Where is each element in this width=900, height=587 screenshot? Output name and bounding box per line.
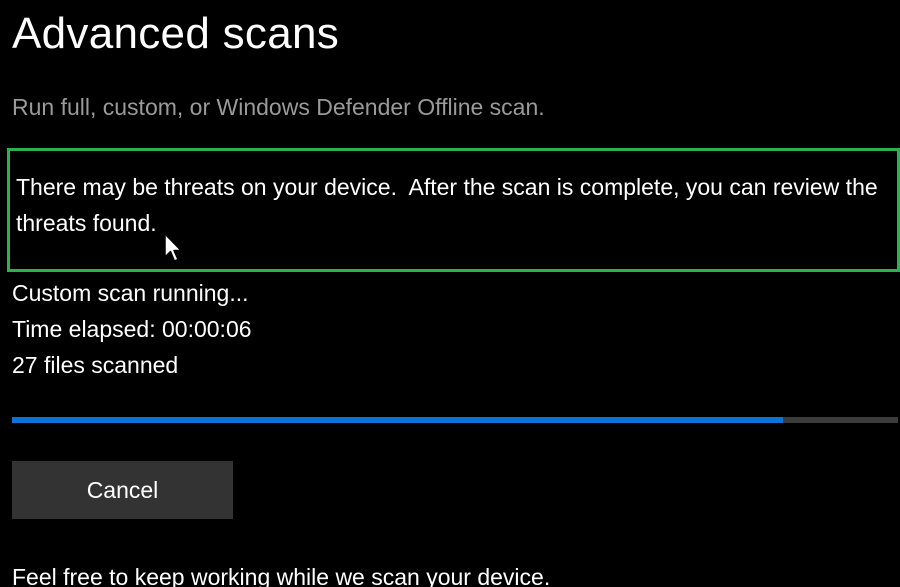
threat-notice-text: There may be threats on your device. Aft… [16,174,885,236]
advanced-scans-page: Advanced scans Run full, custom, or Wind… [0,0,900,587]
footer-info-text: Feel free to keep working while we scan … [12,564,551,587]
scan-progress-fill [12,417,783,423]
scan-status-text: Custom scan running... [12,280,249,306]
files-scanned-text: 27 files scanned [12,352,179,378]
threat-notice-box: There may be threats on your device. Aft… [7,148,900,272]
page-subtitle: Run full, custom, or Windows Defender Of… [12,94,545,120]
time-elapsed-text: Time elapsed: 00:00:06 [12,316,252,342]
page-title: Advanced scans [12,9,340,58]
cancel-button[interactable]: Cancel [12,461,233,519]
mouse-pointer-icon [164,233,182,262]
scan-progress-bar [12,417,898,423]
